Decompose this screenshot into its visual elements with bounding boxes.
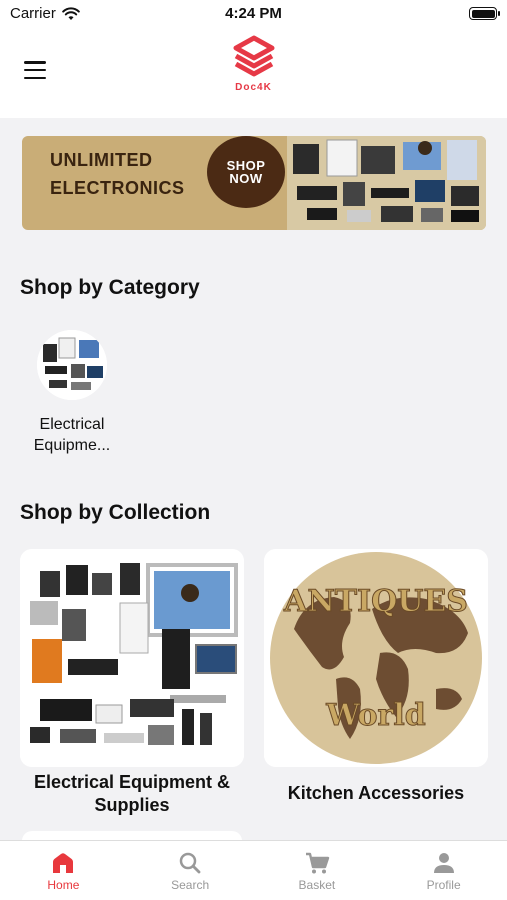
tab-basket[interactable]: Basket	[254, 841, 381, 900]
cta-line2: NOW	[229, 171, 263, 186]
electronics-collage	[20, 549, 244, 767]
banner-title: UNLIMITED ELECTRONICS	[50, 146, 185, 202]
home-content[interactable]: UNLIMITED ELECTRONICS SHOP NOW Shop by C…	[0, 118, 507, 840]
tab-home[interactable]: Home	[0, 841, 127, 900]
person-icon	[433, 853, 454, 873]
logo-text: Doc4K	[235, 82, 272, 93]
tab-label: Search	[171, 878, 210, 892]
collection-section-title: Shop by Collection	[20, 501, 211, 524]
collection-label: Electrical Equipment & Supplies	[33, 772, 231, 815]
tab-label: Basket	[298, 878, 336, 892]
electronics-thumb	[37, 330, 107, 400]
bottom-tab-bar: Home Search Basket Profile	[0, 840, 507, 900]
shop-now-badge[interactable]: SHOP NOW	[207, 136, 285, 208]
collection-card-peek[interactable]	[22, 831, 242, 840]
collection-card-electrical[interactable]: Electrical Equipment & Supplies	[20, 549, 244, 817]
tab-search[interactable]: Search	[127, 841, 254, 900]
app-header: Doc4K	[0, 28, 507, 118]
tab-label: Profile	[426, 878, 461, 892]
home-icon	[53, 853, 74, 873]
collection-card-kitchen[interactable]: ANTIQUES World Kitchen Accessories	[264, 549, 488, 805]
logo[interactable]: Doc4K	[0, 34, 507, 93]
battery-icon	[469, 7, 500, 20]
cart-icon	[305, 852, 330, 874]
antique-map-image: ANTIQUES World	[264, 549, 488, 767]
tab-label: Home	[47, 878, 80, 892]
category-item-electrical[interactable]: Electrical Equipme...	[26, 330, 118, 456]
banner-line2: ELECTRONICS	[50, 178, 185, 198]
banner-line1: UNLIMITED	[50, 150, 153, 170]
search-icon	[179, 852, 201, 874]
collection-label: Kitchen Accessories	[287, 783, 465, 803]
collection-image	[20, 549, 244, 767]
category-label: Electrical Equipme...	[33, 416, 111, 454]
tab-profile[interactable]: Profile	[380, 841, 507, 900]
category-section-title: Shop by Category	[20, 276, 200, 299]
world-word: World	[325, 698, 425, 733]
promo-banner[interactable]: UNLIMITED ELECTRONICS SHOP NOW	[22, 136, 486, 230]
electronics-collage-image	[287, 136, 486, 230]
category-image	[37, 330, 107, 400]
status-time: 4:24 PM	[225, 5, 282, 22]
status-bar: Carrier 4:24 PM	[0, 0, 507, 28]
logo-icon	[233, 35, 274, 77]
antiques-word: ANTIQUES	[283, 584, 468, 619]
collection-image: ANTIQUES World	[264, 549, 488, 767]
